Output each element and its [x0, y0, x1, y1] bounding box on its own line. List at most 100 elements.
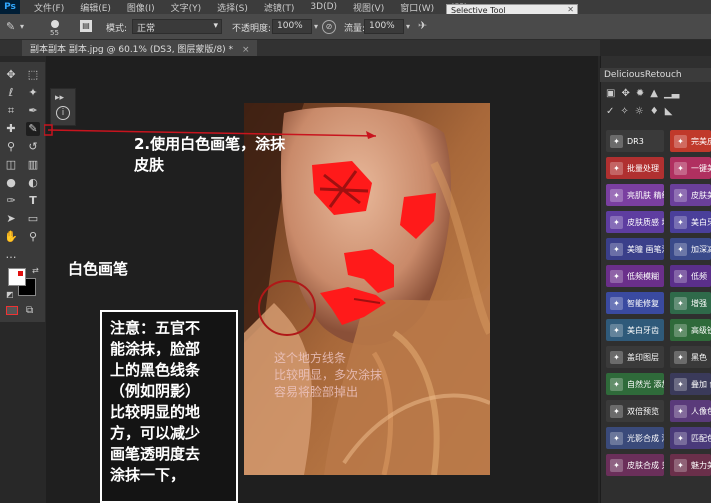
layers-icon: ✦ [610, 161, 623, 175]
mountain-icon[interactable]: ▲ [650, 88, 658, 102]
chevron-down-icon[interactable]: ▾ [314, 21, 318, 33]
gradient-tool-icon[interactable]: ▥ [26, 158, 40, 172]
history-icon[interactable]: ▸▸ [55, 93, 64, 103]
menu-edit[interactable]: 编辑(E) [80, 1, 111, 14]
panel-button-6[interactable]: ✦ 皮肤美 柔肤柔 [670, 184, 711, 206]
panel-button-label: 加深减 [691, 244, 711, 254]
history-brush-icon[interactable]: ↺ [26, 140, 40, 154]
panel-button-7[interactable]: ✦ 皮肤质感 增强质感 [606, 211, 664, 233]
screen-mode-icon[interactable]: ⧉ [26, 305, 33, 316]
panel-button-13[interactable]: ✦ 智能修复 [606, 292, 664, 314]
menu-view[interactable]: 视图(V) [353, 1, 384, 14]
panel-button-label: 皮肤合成 只需要选 [627, 460, 664, 470]
panel-button-9[interactable]: ✦ 美瞳 画笔涂抹 [606, 238, 664, 260]
curve-icon[interactable]: ◣ [665, 106, 673, 120]
panel-button-25[interactable]: ✦ 皮肤合成 只需要选 [606, 454, 664, 476]
opacity-input[interactable]: 100% [272, 19, 312, 34]
brush-tool-icon[interactable]: ✎ [6, 21, 15, 33]
pin-icon[interactable]: ✓ [606, 106, 614, 120]
quick-select-tool-icon[interactable]: ✦ [26, 86, 40, 100]
eyedropper-tool-icon[interactable]: ✒ [26, 104, 40, 118]
type-tool-icon[interactable]: T [26, 194, 40, 208]
sun-icon[interactable]: ☼ [635, 106, 644, 120]
stamp-tool-icon[interactable]: ⚲ [4, 140, 18, 154]
panel-button-23[interactable]: ✦ 光影合成 添加光影 [606, 427, 664, 449]
eraser-tool-icon[interactable]: ◫ [4, 158, 18, 172]
panel-button-14[interactable]: ✦ 增强 [670, 292, 711, 314]
pressure-opacity-icon[interactable]: ⊘ [322, 20, 336, 34]
heal-icon: ✦ [610, 296, 623, 310]
magic-icon: ✦ [674, 161, 687, 175]
chart-icon[interactable]: ▁▃ [664, 88, 679, 102]
move-tool-icon[interactable]: ✥ [4, 68, 18, 82]
lasso-tool-icon[interactable]: ℓ [4, 86, 18, 100]
close-icon[interactable]: ✕ [567, 5, 574, 14]
path-select-icon[interactable]: ➤ [4, 212, 18, 226]
marquee-tool-icon[interactable]: ⬚ [26, 68, 40, 82]
pen-tool-icon[interactable]: ✑ [4, 194, 18, 208]
panel-button-label: 皮肤美 柔肤柔 [691, 190, 711, 200]
drop-icon[interactable]: ♦ [650, 106, 659, 120]
eye-icon: ✦ [610, 242, 623, 256]
panel-button-22[interactable]: ✦ 人像色 轻松调整 [670, 400, 711, 422]
panel-button-label: 低频 [691, 271, 707, 281]
panel-button-5[interactable]: ✦ 亮肌肤 精细磨皮 [606, 184, 664, 206]
rectangle-tool-icon[interactable]: ▭ [26, 212, 40, 226]
panel-button-11[interactable]: ✦ 低频模糊 [606, 265, 664, 287]
opacity-value: 100% [277, 21, 303, 31]
settings-icon[interactable]: ✹ [636, 88, 644, 102]
menu-3d[interactable]: 3D(D) [310, 2, 337, 12]
panel-button-3[interactable]: ✦ 批量处理 [606, 157, 664, 179]
frame-icon[interactable]: ▣ [606, 88, 615, 102]
beauty-icon: ✦ [674, 458, 687, 472]
panel-button-4[interactable]: ✦ 一键美 只需要选 [670, 157, 711, 179]
quick-mask-icon[interactable] [6, 306, 18, 315]
panel-button-17[interactable]: ✦ 盖印图层 [606, 346, 664, 368]
panel-button-label: 低频模糊 [627, 271, 659, 281]
panel-button-label: 双倍预览 [627, 406, 659, 416]
mode-select[interactable]: 正常 ▾ [132, 19, 222, 34]
more-tools-icon[interactable]: … [4, 248, 18, 262]
close-icon[interactable]: × [242, 45, 250, 55]
airbrush-icon[interactable]: ✈ [418, 20, 427, 32]
dodge-tool-icon[interactable]: ◐ [26, 176, 40, 190]
panel-button-15[interactable]: ✦ 美白牙齿 [606, 319, 664, 341]
document-tab[interactable]: 副本副本 副本.jpg @ 60.1% (DS3, 图层蒙版/8) * × [22, 40, 258, 56]
blur-tool-icon[interactable]: ● [4, 176, 18, 190]
panel-button-12[interactable]: ✦ 低频 [670, 265, 711, 287]
move-icon[interactable]: ✥ [621, 88, 629, 102]
panel-button-1[interactable]: ✦ DR3 [606, 130, 664, 152]
chevron-down-icon[interactable]: ▾ [406, 21, 410, 33]
menu-image[interactable]: 图像(I) [127, 1, 155, 14]
panel-button-label: 魅力美 轻松调 [691, 460, 711, 470]
brush-panel-icon[interactable]: ▤ [80, 20, 92, 32]
tooth-icon: ✦ [674, 215, 687, 229]
zoom-tool-icon[interactable]: ⚲ [26, 230, 40, 244]
default-colors-icon[interactable]: ◩ [6, 290, 14, 299]
swap-colors-icon[interactable]: ⇄ [32, 266, 39, 275]
wand-icon[interactable]: ✧ [620, 106, 628, 120]
healing-tool-icon[interactable]: ✚ [4, 122, 18, 136]
panel-button-18[interactable]: ✦ 黑色 [670, 346, 711, 368]
hand-tool-icon[interactable]: ✋ [4, 230, 18, 244]
brush-tool-icon[interactable]: ✎ [26, 122, 40, 136]
menu-filter[interactable]: 滤镜(T) [264, 1, 295, 14]
menu-type[interactable]: 文字(Y) [171, 1, 202, 14]
panel-button-2[interactable]: ✦ 完美皮 [670, 130, 711, 152]
chevron-down-icon[interactable]: ▾ [20, 21, 24, 33]
panel-button-21[interactable]: ✦ 双倍预览 [606, 400, 664, 422]
foreground-color-swatch[interactable] [8, 268, 26, 286]
crop-tool-icon[interactable]: ⌗ [4, 104, 18, 118]
panel-button-10[interactable]: ✦ 加深减 [670, 238, 711, 260]
panel-button-8[interactable]: ✦ 美白牙 [670, 211, 711, 233]
panel-button-26[interactable]: ✦ 魅力美 轻松调 [670, 454, 711, 476]
menu-window[interactable]: 窗口(W) [400, 1, 434, 14]
panel-button-16[interactable]: ✦ 高级锐 [670, 319, 711, 341]
panel-button-19[interactable]: ✦ 自然光 添加光线 [606, 373, 664, 395]
panel-button-24[interactable]: ✦ 匹配色 调整头 [670, 427, 711, 449]
flow-input[interactable]: 100% [364, 19, 404, 34]
menu-file[interactable]: 文件(F) [34, 1, 64, 14]
panel-button-20[interactable]: ✦ 叠加 创建 [670, 373, 711, 395]
info-icon[interactable]: i [56, 106, 70, 120]
menu-select[interactable]: 选择(S) [217, 1, 248, 14]
